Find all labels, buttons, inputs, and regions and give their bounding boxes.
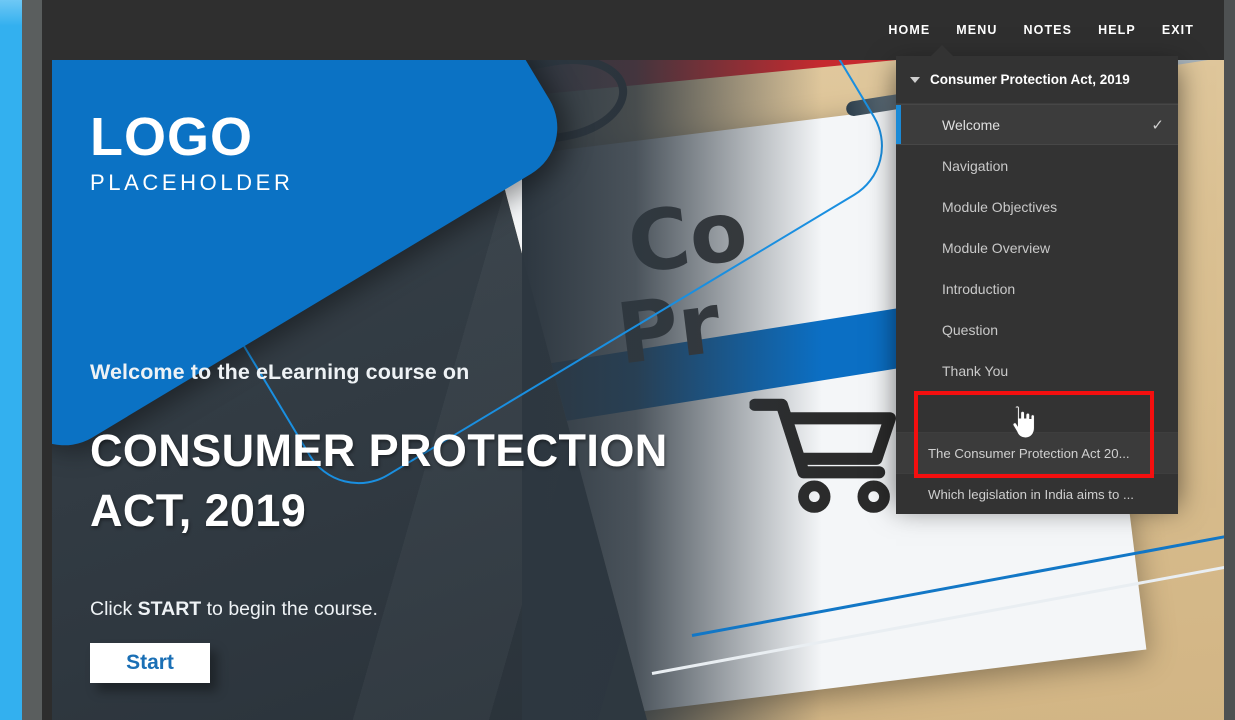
menu-title-label: Consumer Protection Act, 2019 — [930, 72, 1130, 87]
slide-copy: Welcome to the eLearning course on CONSU… — [90, 360, 668, 683]
nav-item-notes[interactable]: NOTES — [1024, 23, 1073, 37]
cta-text: Click START to begin the course. — [90, 598, 668, 621]
nav-item-menu[interactable]: MENU — [956, 23, 997, 37]
menu-search-results: The Consumer Protection Act 20... Which … — [896, 432, 1178, 514]
headline-line-2: ACT, 2019 — [90, 485, 307, 537]
cta-prefix: Click — [90, 597, 138, 620]
logo-main-text: LOGO — [90, 107, 253, 167]
check-icon: ✓ — [1151, 116, 1164, 134]
menu-item-navigation[interactable]: Navigation — [896, 145, 1178, 186]
menu-item-label: Module Objectives — [942, 198, 1058, 215]
menu-item-label: Module Overview — [942, 239, 1051, 256]
browser-left-frame — [22, 0, 42, 720]
nav-item-exit[interactable]: EXIT — [1162, 23, 1194, 37]
start-button[interactable]: Start — [90, 642, 210, 683]
menu-caret — [930, 45, 954, 57]
browser-left-accent-strip — [0, 0, 22, 720]
menu-item-label: Navigation — [942, 157, 1009, 174]
menu-item-label: Welcome — [942, 116, 1001, 133]
menu-item-welcome[interactable]: Welcome ✓ — [896, 104, 1178, 145]
menu-item-label: Introduction — [942, 280, 1016, 297]
cta-strong: START — [137, 597, 202, 620]
slide-kicker: Welcome to the eLearning course on — [90, 360, 470, 384]
menu-result-item-2[interactable]: Which legislation in India aims to ... — [896, 473, 1178, 514]
menu-item-label: Question — [942, 321, 999, 338]
chevron-down-icon[interactable] — [910, 76, 920, 83]
menu-item-module-overview[interactable]: Module Overview — [896, 227, 1178, 268]
logo-sub-text: PLACEHOLDER — [90, 170, 294, 195]
browser-right-frame — [1224, 0, 1235, 720]
page-title: CONSUMER PROTECTION ACT, 2019 — [90, 421, 668, 542]
menu-item-label: Thank You — [942, 362, 1009, 379]
headline-line-1: CONSUMER PROTECTION — [90, 425, 668, 476]
menu-item-module-objectives[interactable]: Module Objectives — [896, 186, 1178, 227]
logo-placeholder: LOGO PLACEHOLDER — [90, 110, 293, 196]
top-navigation-bar: HOME MENU NOTES HELP EXIT — [42, 0, 1224, 60]
menu-item-question[interactable]: Question — [896, 309, 1178, 350]
menu-item-introduction[interactable]: Introduction — [896, 268, 1178, 309]
nav-item-help[interactable]: HELP — [1098, 23, 1136, 37]
menu-item-thank-you[interactable]: Thank You — [896, 350, 1178, 391]
menu-title-row[interactable]: Consumer Protection Act, 2019 — [896, 56, 1178, 104]
menu-dropdown-panel: Consumer Protection Act, 2019 Welcome ✓ … — [896, 56, 1178, 514]
nav-item-home[interactable]: HOME — [888, 23, 930, 37]
cta-suffix: to begin the course. — [201, 597, 378, 620]
menu-result-item-1[interactable]: The Consumer Protection Act 20... — [896, 432, 1178, 473]
